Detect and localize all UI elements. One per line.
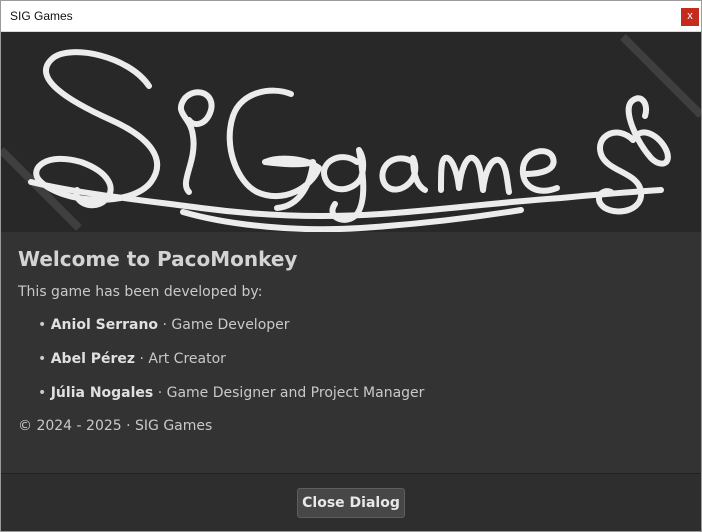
decorative-stripe-right	[620, 34, 701, 118]
title-bar[interactable]: SIG Games x	[1, 1, 701, 32]
developed-by-text: This game has been developed by:	[18, 284, 263, 300]
close-dialog-button[interactable]: Close Dialog	[297, 488, 405, 518]
credit-item: • Júlia Nogales · Game Designer and Proj…	[38, 385, 424, 401]
logo-strokes	[28, 49, 671, 232]
credit-item: • Aniol Serrano · Game Developer	[38, 317, 290, 333]
credit-name: Aniol Serrano	[50, 317, 159, 333]
window-title: SIG Games	[10, 9, 73, 23]
credit-role: Art Creator	[148, 351, 226, 367]
close-icon[interactable]: x	[681, 8, 699, 26]
credit-separator: ·	[158, 317, 172, 333]
bullet: •	[38, 317, 47, 333]
credit-name: Abel Pérez	[50, 351, 136, 367]
bullet: •	[38, 385, 47, 401]
credit-separator: ·	[153, 385, 167, 401]
bullet: •	[38, 351, 47, 367]
welcome-heading: Welcome to PacoMonkey	[18, 247, 298, 271]
dialog-content: Welcome to PacoMonkey This game has been…	[1, 232, 701, 473]
credit-item: • Abel Pérez · Art Creator	[38, 351, 226, 367]
credit-name: Júlia Nogales	[50, 385, 154, 401]
credit-separator: ·	[135, 351, 149, 367]
siggames-logo	[1, 34, 701, 232]
credit-role: Game Designer and Project Manager	[166, 385, 425, 401]
dialog-footer: Close Dialog	[1, 473, 701, 531]
dialog-window: SIG Games x Welcome to PacoMonkey This g…	[0, 0, 702, 532]
credit-role: Game Developer	[171, 317, 290, 333]
banner	[1, 32, 701, 232]
copyright-text: © 2024 - 2025 · SIG Games	[18, 418, 213, 434]
